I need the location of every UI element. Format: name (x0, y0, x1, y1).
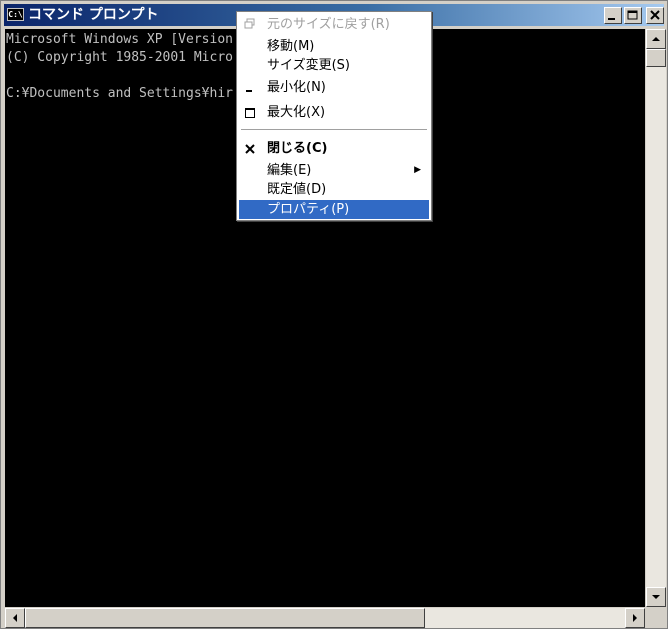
menu-item-label: 最小化(N) (267, 80, 326, 95)
menu-item-label: 既定値(D) (267, 182, 327, 197)
menu-item-defaults[interactable]: 既定値(D) (239, 180, 429, 199)
arrow-down-icon (652, 595, 660, 599)
menu-item-close[interactable]: 閉じる(C) (239, 139, 429, 158)
window-title: コマンド プロンプト (28, 7, 159, 23)
menu-item-label: 移動(M) (267, 39, 315, 54)
console-prompt-line: C:¥Documents and Settings¥hir (6, 86, 233, 101)
menu-item-size[interactable]: サイズ変更(S) (239, 56, 429, 75)
horizontal-scroll-thumb[interactable] (25, 608, 425, 628)
arrow-right-icon (633, 614, 637, 622)
menu-item-label: 元のサイズに戻す(R) (267, 17, 390, 32)
console-icon[interactable]: C:\ (7, 8, 24, 21)
menu-item-label: 最大化(X) (267, 105, 326, 120)
restore-icon (243, 15, 257, 34)
menu-item-restore[interactable]: 元のサイズに戻す(R) (239, 15, 429, 34)
console-line: (C) Copyright 1985-2001 Micro (6, 50, 233, 65)
menu-item-label: 編集(E) (267, 163, 312, 178)
scrollbar-corner (646, 608, 666, 628)
menu-item-label: プロパティ(P) (267, 202, 350, 217)
horizontal-scrollbar[interactable] (5, 608, 645, 628)
menu-item-properties[interactable]: プロパティ(P) (239, 200, 429, 219)
menu-item-maximize[interactable]: 最大化(X) (239, 103, 429, 122)
minimize-icon (243, 78, 257, 97)
close-button[interactable] (646, 7, 664, 24)
close-icon (243, 139, 257, 158)
minimize-icon (608, 18, 615, 20)
minimize-button[interactable] (604, 7, 622, 24)
menu-item-move[interactable]: 移動(M) (239, 37, 429, 56)
close-icon (650, 10, 660, 20)
scroll-up-button[interactable] (646, 29, 666, 49)
maximize-button[interactable] (624, 7, 642, 24)
submenu-arrow-icon: ▶ (414, 165, 421, 175)
scroll-left-button[interactable] (5, 608, 25, 628)
scroll-right-button[interactable] (625, 608, 645, 628)
arrow-left-icon (13, 614, 17, 622)
arrow-up-icon (652, 37, 660, 41)
menu-item-edit[interactable]: 編集(E) ▶ (239, 161, 429, 180)
menu-separator (241, 129, 427, 131)
system-menu: 元のサイズに戻す(R) 移動(M) サイズ変更(S) 最小化(N) 最大化(X)… (236, 11, 432, 221)
vertical-scrollbar[interactable] (646, 29, 666, 607)
maximize-icon (243, 103, 257, 122)
maximize-icon (627, 10, 638, 20)
console-line: Microsoft Windows XP [Version (6, 32, 233, 47)
vertical-scroll-thumb[interactable] (646, 49, 666, 67)
scroll-down-button[interactable] (646, 587, 666, 607)
menu-item-label: 閉じる(C) (267, 141, 328, 156)
menu-item-minimize[interactable]: 最小化(N) (239, 78, 429, 97)
menu-item-label: サイズ変更(S) (267, 58, 351, 73)
